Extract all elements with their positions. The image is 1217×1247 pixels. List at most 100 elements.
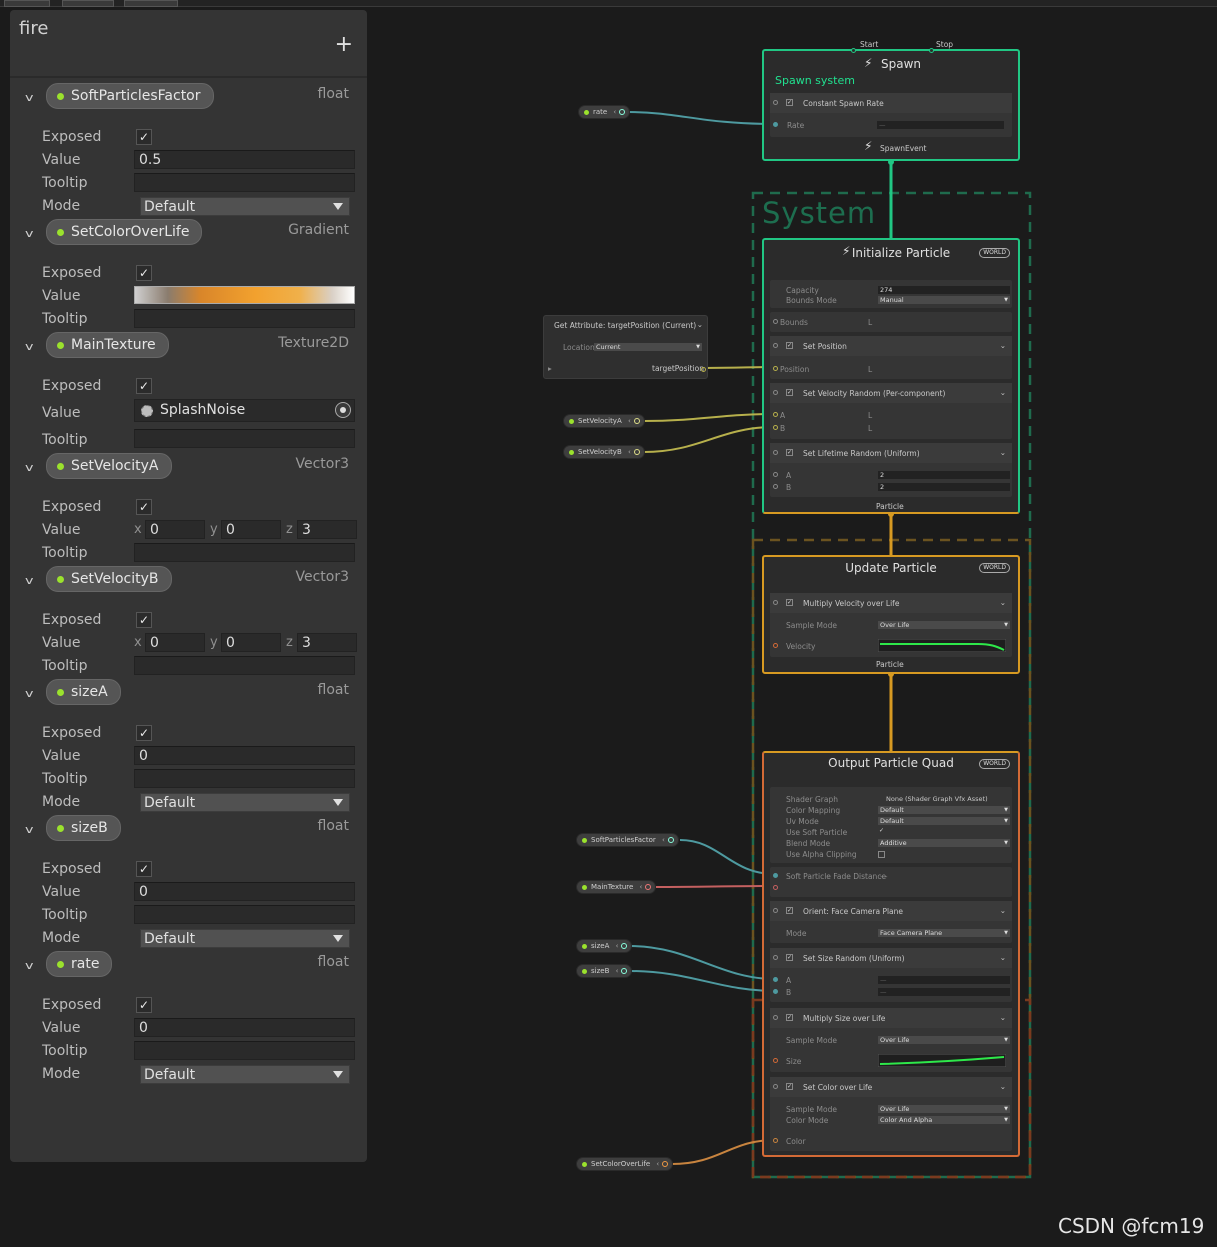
lifetime-b-field[interactable]: 2: [878, 483, 1010, 491]
capacity-field[interactable]: 274: [878, 286, 1010, 294]
output-port[interactable]: [662, 1161, 669, 1167]
rate-field[interactable]: —: [877, 121, 1004, 129]
stop-port[interactable]: [929, 48, 934, 53]
output-port[interactable]: [667, 837, 674, 843]
chevron-down-icon[interactable]: ⌄: [1000, 1013, 1006, 1022]
block-enable-checkbox[interactable]: ✓: [786, 342, 793, 349]
color-port[interactable]: [773, 1138, 778, 1143]
chevron-down-icon[interactable]: ⌄: [697, 320, 703, 329]
constant-spawn-rate-block[interactable]: ✓ Constant Spawn Rate Rate —: [770, 93, 1012, 137]
block-enable-checkbox[interactable]: ✓: [786, 99, 793, 106]
set-lifetime-random-block[interactable]: ✓ Set Lifetime Random (Uniform) ⌄ A 2 B …: [770, 443, 1012, 497]
uv-mode-dropdown[interactable]: Default: [878, 817, 1010, 825]
param-name: SetVelocityB: [578, 448, 622, 456]
local-space-badge: L: [868, 318, 873, 327]
output-port[interactable]: [633, 418, 640, 424]
param-node-set-velocity-a[interactable]: SetVelocityA ‹: [563, 414, 645, 428]
param-node-set-color-over-life[interactable]: SetColorOverLife ‹: [576, 1157, 674, 1171]
initialize-particle-context[interactable]: ⚡ Initialize Particle WORLD Capacity 274…: [762, 238, 1020, 514]
world-badge[interactable]: WORLD: [979, 248, 1010, 258]
output-particle-quad-context[interactable]: Output Particle Quad WORLD Shader Graph …: [762, 751, 1020, 1157]
position-input-port[interactable]: [773, 366, 778, 371]
start-port[interactable]: [851, 48, 856, 53]
multiply-velocity-block[interactable]: ✓ Multiply Velocity over Life ⌄ Sample M…: [770, 593, 1012, 657]
output-port[interactable]: [619, 109, 626, 115]
lightning-icon: ⚡: [864, 139, 873, 153]
output-port[interactable]: [633, 449, 640, 455]
lifetime-a-port[interactable]: [773, 472, 778, 477]
param-node-size-a[interactable]: sizeA ‹: [576, 939, 633, 953]
soft-fade-value[interactable]: —: [880, 872, 888, 881]
chevron-down-icon[interactable]: ⌄: [1000, 1082, 1006, 1091]
lifetime-b-port[interactable]: [773, 484, 778, 489]
chevron-down-icon[interactable]: ⌄: [1000, 906, 1006, 915]
main-texture-port[interactable]: [773, 885, 778, 890]
color-mapping-dropdown[interactable]: Default: [878, 806, 1010, 814]
param-node-main-texture[interactable]: MainTexture ‹: [576, 880, 657, 894]
chevron-down-icon[interactable]: ⌄: [1000, 341, 1006, 350]
size-b-port[interactable]: [773, 989, 778, 994]
size-b-field[interactable]: —: [878, 988, 1010, 996]
spawn-context[interactable]: Start Stop ⚡ Spawn Spawn system ✓ Consta…: [762, 40, 1020, 161]
shader-graph-field[interactable]: None (Shader Graph Vfx Asset): [886, 795, 988, 803]
multiply-size-block[interactable]: ✓ Multiply Size over Life ⌄ Sample Mode …: [770, 1008, 1012, 1072]
world-badge[interactable]: WORLD: [979, 563, 1010, 573]
get-attribute-node[interactable]: Get Attribute: targetPosition (Current) …: [543, 315, 708, 379]
world-badge[interactable]: WORLD: [979, 759, 1010, 769]
block-enable-checkbox[interactable]: ✓: [786, 389, 793, 396]
output-port[interactable]: [621, 943, 628, 949]
location-dropdown[interactable]: Current: [594, 343, 702, 351]
param-node-set-velocity-b[interactable]: SetVelocityB ‹: [563, 445, 645, 459]
use-soft-particle-checkbox[interactable]: ✓: [878, 828, 885, 835]
bounds-port[interactable]: [773, 319, 778, 324]
expand-arrow-icon[interactable]: ▸: [548, 364, 552, 373]
size-curve-field[interactable]: [878, 1054, 1006, 1067]
target-position-port[interactable]: [701, 367, 706, 372]
rate-input-port[interactable]: [773, 122, 778, 127]
velocity-b-edge: [643, 426, 776, 453]
color-sample-mode-dropdown[interactable]: Over Life: [878, 1105, 1010, 1113]
size-sample-mode-dropdown[interactable]: Over Life: [878, 1036, 1010, 1044]
param-node-rate[interactable]: rate ‹: [578, 105, 631, 119]
size-port[interactable]: [773, 1058, 778, 1063]
update-particle-context[interactable]: Update Particle WORLD ✓ Multiply Velocit…: [762, 555, 1020, 674]
orient-mode-dropdown[interactable]: Face Camera Plane: [878, 929, 1010, 937]
velocity-curve-field[interactable]: [878, 639, 1006, 652]
chevron-down-icon[interactable]: ⌄: [1000, 598, 1006, 607]
rate-edge: [627, 111, 776, 125]
chevron-down-icon[interactable]: ⌄: [1000, 448, 1006, 457]
block-enable-checkbox[interactable]: ✓: [786, 1083, 793, 1090]
block-port: [773, 1015, 778, 1020]
size-a-port[interactable]: [773, 977, 778, 982]
a-label: A: [786, 976, 792, 985]
block-enable-checkbox[interactable]: ✓: [786, 1014, 793, 1021]
output-port[interactable]: [645, 884, 652, 890]
block-enable-checkbox[interactable]: ✓: [786, 954, 793, 961]
use-alpha-clipping-checkbox[interactable]: [878, 851, 885, 858]
set-velocity-random-block[interactable]: ✓ Set Velocity Random (Per-component) ⌄ …: [770, 383, 1012, 439]
bounds-mode-dropdown[interactable]: Manual: [878, 296, 1010, 304]
velocity-a-port[interactable]: [773, 412, 778, 417]
block-enable-checkbox[interactable]: ✓: [786, 449, 793, 456]
velocity-port[interactable]: [773, 643, 778, 648]
param-node-size-b[interactable]: sizeB ‹: [576, 964, 633, 978]
param-node-soft-particles-factor[interactable]: SoftParticlesFactor ‹: [576, 833, 679, 847]
set-color-over-life-block[interactable]: ✓ Set Color over Life ⌄ Sample Mode Over…: [770, 1077, 1012, 1151]
orient-block[interactable]: ✓ Orient: Face Camera Plane ⌄ Mode Face …: [770, 901, 1012, 943]
set-size-random-block[interactable]: ✓ Set Size Random (Uniform) ⌄ A — B —: [770, 948, 1012, 1002]
chevron-down-icon[interactable]: ⌄: [1000, 953, 1006, 962]
exposed-dot-icon: [569, 450, 574, 455]
color-mode-dropdown[interactable]: Color And Alpha: [878, 1116, 1010, 1124]
sample-mode-dropdown[interactable]: Over Life: [878, 621, 1010, 629]
block-enable-checkbox[interactable]: ✓: [786, 599, 793, 606]
chevron-down-icon[interactable]: ⌄: [1000, 388, 1006, 397]
param-name: SoftParticlesFactor: [591, 836, 656, 844]
velocity-b-port[interactable]: [773, 425, 778, 430]
set-position-block[interactable]: ✓ Set Position ⌄ Position L: [770, 336, 1012, 379]
output-port[interactable]: [621, 968, 628, 974]
blend-mode-dropdown[interactable]: Additive: [878, 839, 1010, 847]
size-a-field[interactable]: —: [878, 976, 1010, 984]
soft-fade-port[interactable]: [773, 873, 778, 878]
block-enable-checkbox[interactable]: ✓: [786, 907, 793, 914]
lifetime-a-field[interactable]: 2: [878, 471, 1010, 479]
